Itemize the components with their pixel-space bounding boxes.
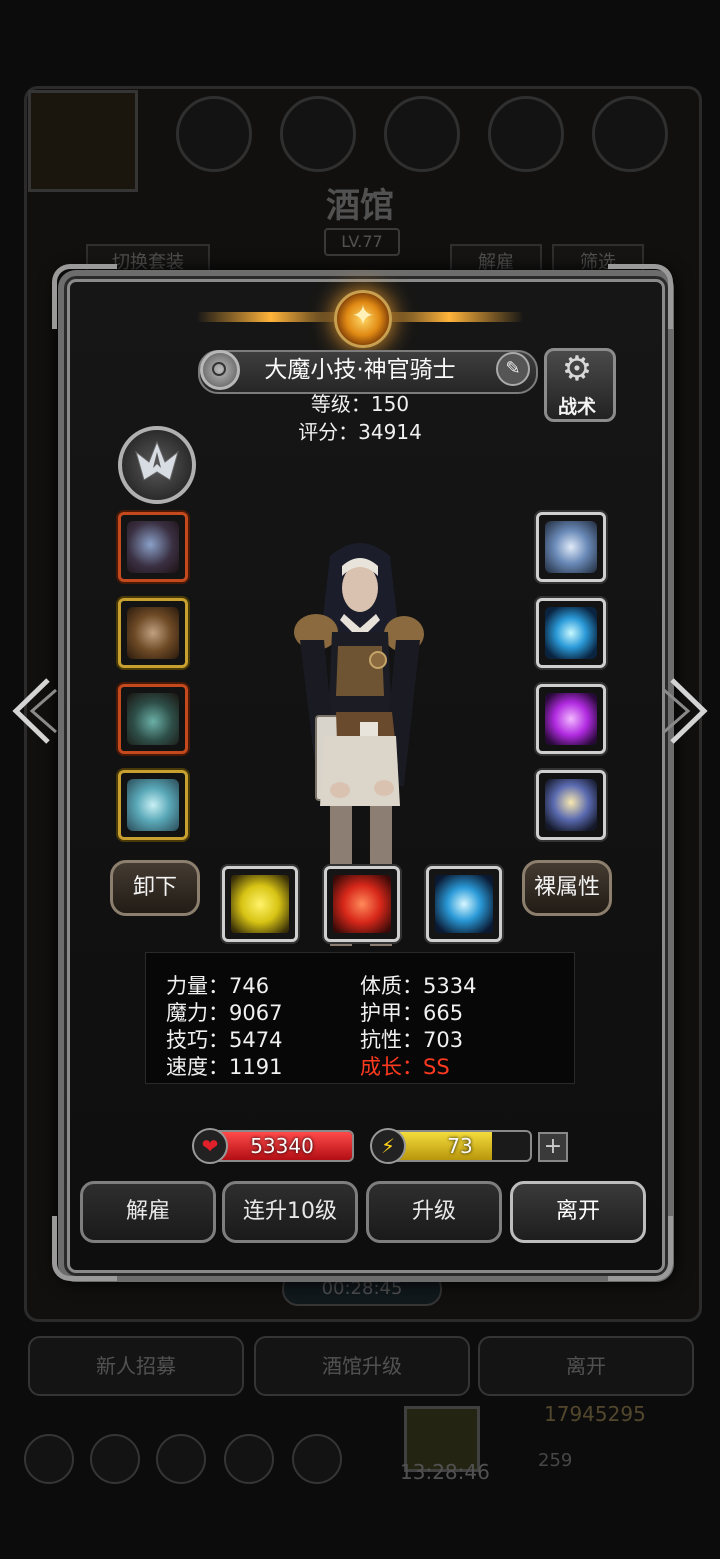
hero-name: 大魔小技·神官骑士 [264, 357, 456, 383]
skill-slot-fist[interactable] [222, 866, 298, 942]
level-up-button[interactable]: 升级 [366, 1181, 502, 1243]
frame-ornament [608, 264, 673, 329]
background-avatar [28, 90, 138, 192]
background-menu-icon [488, 96, 564, 172]
equipment-slot-ring[interactable] [118, 770, 188, 840]
background-leave-button: 离开 [478, 1336, 694, 1396]
lightning-icon: ⚡ [370, 1128, 406, 1164]
hero-level: 等级：150 [310, 392, 410, 416]
bottom-menu-icon [24, 1434, 74, 1484]
equipment-slot-weapon[interactable] [118, 512, 188, 582]
bottom-menu-icon [224, 1434, 274, 1484]
level-up-10-button[interactable]: 连升10级 [222, 1181, 358, 1243]
amulet-icon [127, 693, 179, 745]
stat-magic: 魔力：9067 [166, 1001, 283, 1025]
energy-bar: 73 [388, 1130, 532, 1162]
equipment-slot-orb[interactable] [536, 598, 606, 668]
red-cross-icon [333, 875, 391, 933]
equipment-slot-crystal[interactable] [536, 684, 606, 754]
stat-speed: 速度：1191 [166, 1055, 283, 1079]
fist-icon [231, 875, 289, 933]
stat-resistance: 抗性：703 [360, 1028, 464, 1052]
axe-icon [127, 521, 179, 573]
equipment-slot-helmet[interactable] [118, 598, 188, 668]
bottom-menu-icon [156, 1434, 206, 1484]
previous-hero-arrow-icon[interactable] [8, 676, 58, 746]
stat-strength: 力量：746 [166, 974, 270, 998]
bottom-menu-icon [90, 1434, 140, 1484]
base-attributes-button[interactable]: 裸属性 [522, 860, 612, 916]
horned-helmet-icon [127, 607, 179, 659]
stat-armor: 护甲：665 [360, 1001, 464, 1025]
stat-skill: 技巧：5474 [166, 1028, 283, 1052]
hp-bar: 53340 [210, 1130, 354, 1162]
equipment-slot-accessory[interactable] [536, 512, 606, 582]
tactics-label: 战术 [557, 396, 596, 418]
edit-name-icon[interactable]: ✎ [496, 352, 530, 386]
star-emblem-icon: ✦ [351, 299, 375, 332]
frame-ornament [52, 264, 117, 329]
background-menu-icon [176, 96, 252, 172]
medal-icon[interactable] [200, 350, 240, 390]
background-menu-icon [592, 96, 668, 172]
unequip-button[interactable]: 卸下 [110, 860, 200, 916]
eye-icon [435, 875, 493, 933]
emblem-wing-left [196, 312, 346, 322]
upgrade-tavern-button: 酒馆升级 [254, 1336, 470, 1396]
skill-slot-heal[interactable] [324, 866, 400, 942]
crown-ring-icon [545, 521, 597, 573]
emblem-wing-right [374, 312, 524, 322]
heart-icon: ❤ [192, 1128, 228, 1164]
gear-icon: ⚙ [561, 349, 593, 389]
gem-ring-icon [127, 779, 179, 831]
lantern-icon [545, 779, 597, 831]
tavern-title: 酒馆 [326, 186, 394, 226]
crest-shape [135, 440, 179, 481]
hero-score: 评分：34914 [298, 420, 422, 444]
bottom-menu-icon [292, 1434, 342, 1484]
stat-constitution: 体质：5334 [360, 974, 477, 998]
next-hero-arrow-icon[interactable] [662, 676, 712, 746]
leave-button[interactable]: 离开 [510, 1181, 646, 1243]
background-menu-icon [280, 96, 356, 172]
skill-slot-eye[interactable] [426, 866, 502, 942]
clock-time: 13:28:46 [400, 1460, 490, 1484]
background-menu-icon [384, 96, 460, 172]
energy-value: 73 [447, 1134, 473, 1158]
add-energy-button[interactable]: + [538, 1132, 568, 1162]
class-crest-icon[interactable] [118, 426, 196, 504]
gem-amount: 259 [538, 1450, 573, 1471]
purple-crystal-icon [545, 693, 597, 745]
equipment-slot-amulet[interactable] [118, 684, 188, 754]
tavern-level: LV.77 [324, 228, 400, 256]
recruit-button: 新人招募 [28, 1336, 244, 1396]
blue-orb-icon [545, 607, 597, 659]
stat-growth: 成长：SS [360, 1055, 450, 1079]
hp-value: 53340 [250, 1134, 314, 1158]
gold-amount: 17945295 [544, 1402, 646, 1426]
dismiss-button[interactable]: 解雇 [80, 1181, 216, 1243]
equipment-slot-lantern[interactable] [536, 770, 606, 840]
